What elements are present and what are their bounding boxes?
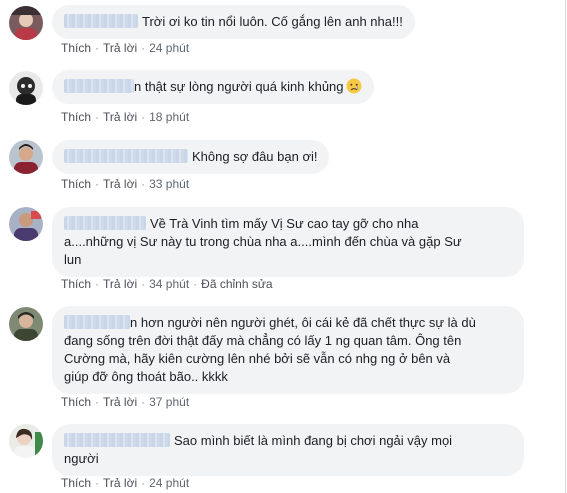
avatar[interactable] — [9, 207, 43, 241]
like-link[interactable]: Thích — [61, 41, 91, 55]
redacted-author-name[interactable] — [64, 433, 170, 447]
comment-actions: Thích · Trả lời · 24 phút — [61, 476, 189, 490]
crying-face-icon — [346, 78, 362, 94]
comment-text-line: n hơn người nên người ghét, ôi cái kẻ đã… — [130, 315, 476, 330]
comment-text-line: Cường mà, hãy kiên cường lên nhé bởi sẽ … — [64, 351, 451, 366]
separator-dot: · — [95, 177, 100, 191]
redacted-author-name[interactable] — [64, 216, 146, 230]
comment-text-line: Sao mình biết là mình đang bị chơi ngải … — [174, 433, 453, 448]
timestamp[interactable]: 24 phút — [149, 41, 189, 55]
separator-dot: · — [141, 177, 146, 191]
separator-dot: · — [95, 277, 100, 291]
comment-actions: Thích · Trả lời · 33 phút — [61, 177, 189, 191]
avatar[interactable] — [9, 424, 43, 458]
avatar[interactable] — [9, 71, 43, 105]
timestamp[interactable]: 18 phút — [149, 110, 189, 124]
comment-text: Trời ơi ko tin nổi luôn. Cố gắng lên anh… — [142, 14, 403, 29]
redacted-author-name[interactable] — [64, 315, 130, 329]
separator-dot: · — [95, 476, 100, 490]
comment-text: Không sợ đâu bạn ơi! — [192, 149, 318, 164]
separator-dot: · — [141, 476, 146, 490]
reply-link[interactable]: Trả lời — [103, 177, 137, 191]
comment-text-line: giúp đỡ ông thoát bão.. kkkk — [64, 369, 228, 384]
reply-link[interactable]: Trả lời — [103, 277, 137, 291]
comment-text-line: a....những vị Sư này tu trong chùa nha a… — [64, 234, 462, 249]
separator-dot: · — [141, 277, 146, 291]
comment-bubble: Trời ơi ko tin nổi luôn. Cố gắng lên anh… — [52, 5, 415, 39]
comment-bubble: n thật sự lòng người quá kinh khủng — [52, 70, 374, 104]
separator-dot: · — [193, 277, 198, 291]
comment-actions: Thích · Trả lời · 24 phút — [61, 41, 189, 55]
reply-link[interactable]: Trả lời — [103, 110, 137, 124]
redacted-author-name[interactable] — [64, 79, 134, 93]
separator-dot: · — [95, 395, 100, 409]
comment-actions: Thích · Trả lời · 37 phút — [61, 395, 189, 409]
separator-dot: · — [141, 41, 146, 55]
comment-bubble: Về Trà Vinh tìm mấy Vị Sư cao tay gỡ cho… — [52, 207, 524, 277]
like-link[interactable]: Thích — [61, 476, 91, 490]
comment-bubble: Không sợ đâu bạn ơi! — [52, 140, 330, 174]
separator-dot: · — [141, 110, 146, 124]
like-link[interactable]: Thích — [61, 277, 91, 291]
separator-dot: · — [95, 110, 100, 124]
reply-link[interactable]: Trả lời — [103, 41, 137, 55]
avatar[interactable] — [9, 140, 43, 174]
comment-bubble: Sao mình biết là mình đang bị chơi ngải … — [52, 424, 524, 476]
redacted-author-name[interactable] — [64, 149, 188, 163]
comment-text-line: lun — [64, 252, 82, 267]
redacted-author-name[interactable] — [64, 14, 138, 28]
separator-dot: · — [95, 41, 100, 55]
timestamp[interactable]: 37 phút — [149, 395, 189, 409]
edited-link[interactable]: Đã chỉnh sửa — [201, 277, 272, 291]
comment-text-line: Về Trà Vinh tìm mấy Vị Sư cao tay gỡ cho… — [150, 216, 419, 231]
comment-text: n thật sự lòng người quá kinh khủng — [134, 79, 344, 94]
comment-actions: Thích · Trả lời · 34 phút · Đã chỉnh sửa — [61, 277, 273, 291]
like-link[interactable]: Thích — [61, 110, 91, 124]
reply-link[interactable]: Trả lời — [103, 476, 137, 490]
comment-text-line: người — [64, 451, 99, 466]
like-link[interactable]: Thích — [61, 395, 91, 409]
avatar[interactable] — [9, 6, 43, 40]
timestamp[interactable]: 34 phút — [149, 277, 189, 291]
separator-dot: · — [141, 395, 146, 409]
timestamp[interactable]: 24 phút — [149, 476, 189, 490]
avatar[interactable] — [9, 307, 43, 341]
timestamp[interactable]: 33 phút — [149, 177, 189, 191]
comment-actions: Thích · Trả lời · 18 phút — [61, 110, 189, 124]
comment-thread: Trời ơi ko tin nổi luôn. Cố gắng lên anh… — [0, 0, 566, 493]
comment-text-line: đang sống trên đời thật đấy mà chẳng có … — [64, 333, 462, 348]
reply-link[interactable]: Trả lời — [103, 395, 137, 409]
comment-bubble: n hơn người nên người ghét, ôi cái kẻ đã… — [52, 306, 524, 394]
like-link[interactable]: Thích — [61, 177, 91, 191]
